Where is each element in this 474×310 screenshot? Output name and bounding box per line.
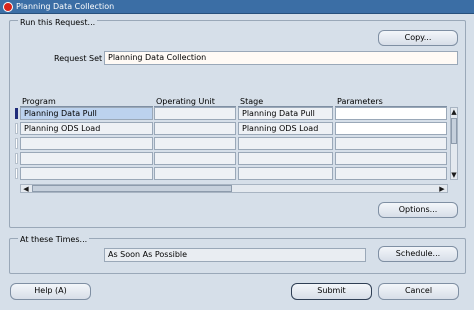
horizontal-scroll-thumb[interactable]	[32, 185, 232, 192]
cancel-button[interactable]: Cancel	[378, 283, 459, 300]
request-set-label: Request Set	[54, 54, 103, 63]
stage-cell[interactable]	[238, 152, 333, 165]
copy-button[interactable]: Copy...	[378, 30, 458, 46]
operating-unit-cell[interactable]	[154, 167, 236, 180]
schedule-value-field: As Soon As Possible	[104, 248, 366, 262]
scroll-right-arrow-icon[interactable]: ▶	[438, 185, 446, 193]
parameters-cell[interactable]	[335, 107, 447, 120]
submit-button[interactable]: Submit	[291, 283, 372, 300]
row-indicator[interactable]	[15, 123, 18, 134]
operating-unit-cell[interactable]	[154, 122, 236, 135]
row-indicator-current[interactable]	[15, 108, 18, 119]
schedule-panel-label: At these Times...	[18, 235, 90, 244]
program-cell[interactable]: Planning Data Pull	[20, 107, 153, 120]
schedule-button[interactable]: Schedule...	[378, 246, 458, 262]
help-button[interactable]: Help (A)	[10, 283, 91, 300]
scroll-left-arrow-icon[interactable]: ◀	[22, 185, 30, 193]
program-cell[interactable]	[20, 152, 153, 165]
vertical-scroll-thumb[interactable]	[451, 118, 457, 144]
operating-unit-cell[interactable]	[154, 137, 236, 150]
scroll-down-arrow-icon[interactable]: ▼	[451, 171, 457, 179]
operating-unit-cell[interactable]	[154, 107, 236, 120]
vertical-scrollbar[interactable]: ▲ ▼	[450, 107, 458, 180]
scroll-up-arrow-icon[interactable]: ▲	[451, 108, 457, 116]
operating-unit-cell[interactable]	[154, 152, 236, 165]
run-request-label: Run this Request...	[18, 18, 98, 27]
row-indicator[interactable]	[15, 138, 18, 149]
oracle-icon	[3, 2, 13, 12]
parameters-cell[interactable]	[335, 122, 447, 135]
horizontal-scrollbar[interactable]: ◀ ▶	[20, 184, 448, 193]
stage-cell[interactable]	[238, 137, 333, 150]
row-indicator[interactable]	[15, 153, 18, 164]
program-cell[interactable]	[20, 137, 153, 150]
window-title: Planning Data Collection	[16, 2, 115, 11]
stage-cell[interactable]: Planning Data Pull	[238, 107, 333, 120]
parameters-cell[interactable]	[335, 137, 447, 150]
program-cell[interactable]: Planning ODS Load	[20, 122, 153, 135]
parameters-cell[interactable]	[335, 167, 447, 180]
options-button[interactable]: Options...	[378, 202, 458, 218]
program-cell[interactable]	[20, 167, 153, 180]
row-indicator[interactable]	[15, 168, 18, 179]
stage-cell[interactable]: Planning ODS Load	[238, 122, 333, 135]
stage-cell[interactable]	[238, 167, 333, 180]
window-titlebar: Planning Data Collection	[0, 0, 474, 14]
parameters-cell[interactable]	[335, 152, 447, 165]
request-set-field[interactable]: Planning Data Collection	[104, 51, 458, 65]
